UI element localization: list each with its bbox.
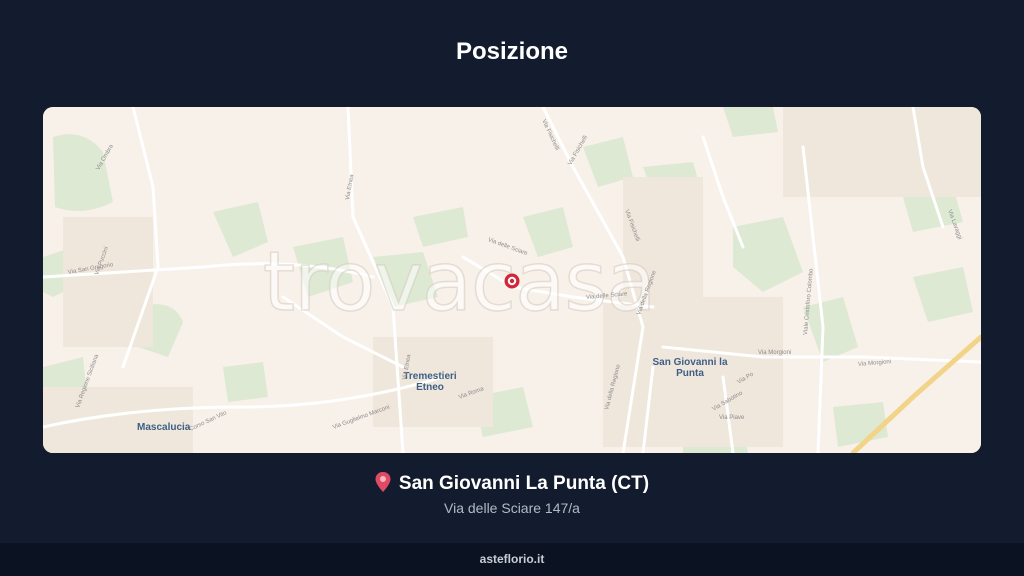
location-address: Via delle Sciare 147/a <box>444 500 580 516</box>
place-label: San Giovanni la Punta <box>652 357 728 379</box>
watermark: trovacasa <box>262 234 657 331</box>
map-pin-icon <box>375 472 391 498</box>
map-view[interactable]: trovacasa Mascalucia Tremestieri Etneo S… <box>43 107 981 453</box>
location-heading: San Giovanni La Punta (CT) <box>0 472 1024 498</box>
location-marker-icon[interactable] <box>504 273 520 289</box>
footer: asteflorio.it <box>0 543 1024 576</box>
page-title: Posizione <box>455 38 569 65</box>
footer-site[interactable]: asteflorio.it <box>0 543 1024 576</box>
street-label: Via Morgioni <box>758 350 792 356</box>
street-label: Via Piave <box>719 415 745 421</box>
location-name: San Giovanni La Punta (CT) <box>398 473 650 494</box>
place-label: Mascalucia <box>137 422 191 433</box>
